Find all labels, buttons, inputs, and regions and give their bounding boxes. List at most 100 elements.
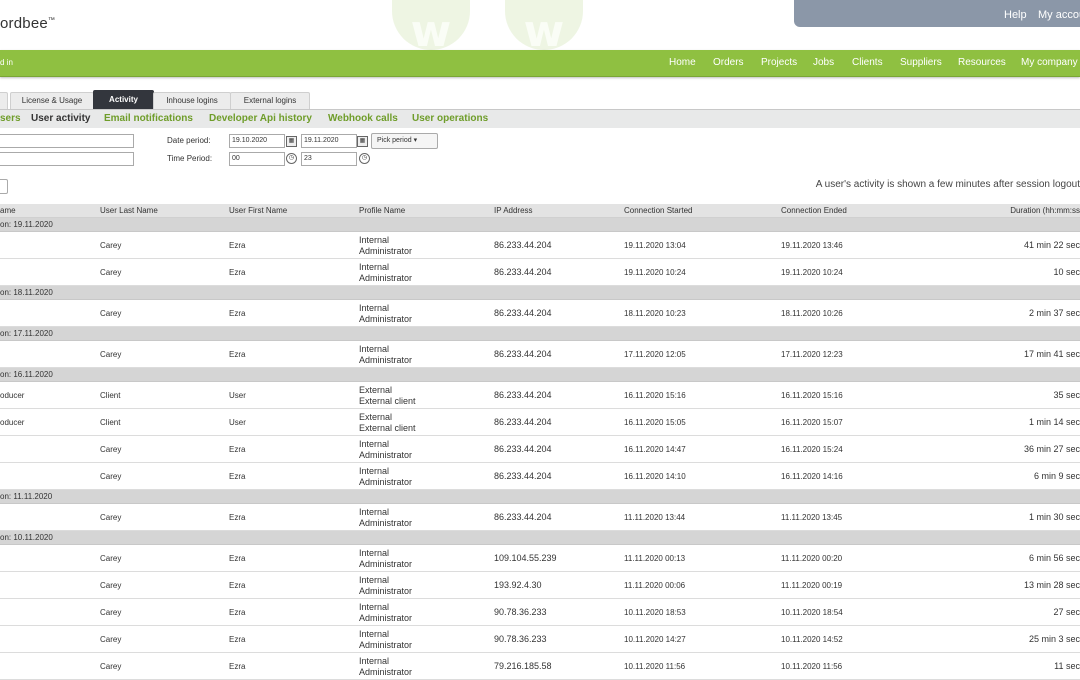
- cell-connection-ended: 16.11.2020 14:16: [781, 472, 843, 481]
- col-user-first-name[interactable]: User First Name: [229, 206, 287, 215]
- subtab-developer-api-history[interactable]: Developer Api history: [209, 113, 312, 124]
- table-row[interactable]: Carey Ezra Internal Administrator 86.233.44.…: [0, 300, 1080, 327]
- cell-duration: 25 min 3 sec: [1028, 634, 1080, 644]
- table-row[interactable]: Carey Ezra Internal Administrator 86.233.44.…: [0, 504, 1080, 531]
- date-from-input[interactable]: 19.10.2020: [229, 134, 285, 148]
- search-button[interactable]: [0, 179, 8, 194]
- subtab-user-activity[interactable]: User activity: [31, 113, 90, 124]
- table-row[interactable]: oducer Client User External External client 8…: [0, 382, 1080, 409]
- my-account-link[interactable]: My accou: [1038, 9, 1080, 21]
- col-connection-started[interactable]: Connection Started: [624, 206, 693, 215]
- col-profile-name[interactable]: Profile Name: [359, 206, 405, 215]
- col-duration[interactable]: Duration (hh:mm:ss: [1010, 206, 1080, 215]
- profile-name: Administrator: [359, 246, 413, 256]
- table-row[interactable]: Carey Ezra Internal Administrator 86.233.44.…: [0, 341, 1080, 368]
- cell-profile: Internal Administrator: [359, 303, 412, 325]
- nav-resources[interactable]: Resources: [958, 57, 1006, 68]
- nav-home[interactable]: Home: [669, 57, 696, 68]
- tab-inhouse-logins[interactable]: Inhouse logins: [153, 92, 231, 109]
- logo-trademark: ™: [47, 17, 56, 24]
- subtab-users[interactable]: sers: [0, 113, 21, 124]
- group-header-row: on: 18.11.2020: [0, 286, 1080, 300]
- tab-partial[interactable]: [0, 92, 8, 109]
- nav-my-company[interactable]: My company: [1021, 57, 1078, 68]
- cell-first-name: Ezra: [229, 581, 246, 590]
- filter-text-field-1[interactable]: [0, 134, 134, 148]
- table-row[interactable]: Carey Ezra Internal Administrator 86.233.44.…: [0, 232, 1080, 259]
- cell-last-name: Client: [100, 418, 121, 427]
- cell-connection-ended: 10.11.2020 18:54: [781, 608, 843, 617]
- cell-last-name: Carey: [100, 513, 122, 522]
- cell-profile: Internal Administrator: [359, 235, 412, 257]
- tab-activity[interactable]: Activity: [93, 90, 154, 109]
- table-row[interactable]: Carey Ezra Internal Administrator 86.233.44.…: [0, 259, 1080, 286]
- cell-connection-ended: 11.11.2020 00:19: [781, 581, 843, 590]
- cell-ip-address: 86.233.44.204: [494, 267, 552, 277]
- date-period-label: Date period:: [167, 136, 211, 145]
- nav-orders[interactable]: Orders: [713, 57, 744, 68]
- cell-profile: Internal Administrator: [359, 262, 412, 284]
- cell-profile: Internal Administrator: [359, 629, 412, 651]
- table-row[interactable]: Carey Ezra Internal Administrator 193.92.4.3…: [0, 572, 1080, 599]
- cell-last-name: Carey: [100, 662, 122, 671]
- cell-ip-address: 86.233.44.204: [494, 390, 552, 400]
- nav-projects[interactable]: Projects: [761, 57, 797, 68]
- cell-ip-address: 86.233.44.204: [494, 240, 552, 250]
- col-name[interactable]: ame: [0, 206, 16, 215]
- cell-first-name: Ezra: [229, 445, 246, 454]
- profile-name: Administrator: [359, 613, 413, 623]
- time-from-input[interactable]: 00: [229, 152, 285, 166]
- pick-period-label: Pick period: [377, 137, 412, 144]
- table-row[interactable]: Carey Ezra Internal Administrator 79.216.185…: [0, 653, 1080, 680]
- calendar-icon[interactable]: ▦: [286, 136, 297, 147]
- admin-tabbar: License & Usage Activity Inhouse logins …: [0, 90, 1080, 110]
- cell-last-name: Carey: [100, 581, 122, 590]
- profile-name: Administrator: [359, 586, 413, 596]
- chevron-down-icon: ▾: [413, 137, 418, 144]
- cell-duration: 1 min 14 sec: [1028, 417, 1080, 427]
- profile-type: Internal: [359, 575, 390, 585]
- subtab-user-operations[interactable]: User operations: [412, 113, 488, 124]
- nav-clients[interactable]: Clients: [852, 57, 883, 68]
- cell-first-name: Ezra: [229, 350, 246, 359]
- cell-connection-started: 11.11.2020 13:44: [624, 513, 686, 522]
- col-connection-ended[interactable]: Connection Ended: [781, 206, 847, 215]
- cell-last-name: Client: [100, 391, 121, 400]
- filter-text-field-2[interactable]: [0, 152, 134, 166]
- table-row[interactable]: Carey Ezra Internal Administrator 109.104.55…: [0, 545, 1080, 572]
- subtab-webhook-calls[interactable]: Webhook calls: [328, 113, 398, 124]
- subtab-email-notifications[interactable]: Email notifications: [104, 113, 193, 124]
- cell-connection-started: 17.11.2020 12:05: [624, 350, 686, 359]
- table-row[interactable]: Carey Ezra Internal Administrator 86.233.44.…: [0, 463, 1080, 490]
- table-row[interactable]: Carey Ezra Internal Administrator 86.233.44.…: [0, 436, 1080, 463]
- time-to-input[interactable]: 23: [301, 152, 357, 166]
- nav-suppliers[interactable]: Suppliers: [900, 57, 942, 68]
- table-header: ame User Last Name User First Name Profi…: [0, 204, 1080, 218]
- calendar-icon[interactable]: ▦: [357, 136, 368, 147]
- cell-first-name: Ezra: [229, 472, 246, 481]
- cell-first-name: Ezra: [229, 309, 246, 318]
- alarm-clock-icon[interactable]: ◷: [286, 153, 297, 164]
- cell-connection-ended: 18.11.2020 10:26: [781, 309, 843, 318]
- profile-name: External client: [359, 396, 416, 406]
- help-link[interactable]: Help: [1004, 9, 1027, 21]
- cell-ip-address: 86.233.44.204: [494, 349, 552, 359]
- cell-profile: External External client: [359, 385, 416, 407]
- pick-period-select[interactable]: Pick period ▾: [371, 133, 438, 149]
- cell-first-name: Ezra: [229, 241, 246, 250]
- table-row[interactable]: Carey Ezra Internal Administrator 90.78.36.2…: [0, 599, 1080, 626]
- table-row[interactable]: oducer Client User External External client 8…: [0, 409, 1080, 436]
- col-ip-address[interactable]: IP Address: [494, 206, 533, 215]
- tab-external-logins[interactable]: External logins: [230, 92, 310, 109]
- wordbee-logo[interactable]: ordbee™: [0, 15, 55, 32]
- nav-jobs[interactable]: Jobs: [813, 57, 834, 68]
- watermark-logo-icon: w: [505, 0, 583, 50]
- date-to-input[interactable]: 19.11.2020: [301, 134, 357, 148]
- time-period-label: Time Period:: [167, 154, 213, 163]
- cell-duration: 6 min 9 sec: [1033, 471, 1080, 481]
- alarm-clock-icon[interactable]: ◷: [359, 153, 370, 164]
- tab-license-usage[interactable]: License & Usage: [10, 92, 94, 109]
- col-user-last-name[interactable]: User Last Name: [100, 206, 158, 215]
- cell-duration: 13 min 28 sec: [1023, 580, 1080, 590]
- table-row[interactable]: Carey Ezra Internal Administrator 90.78.36.2…: [0, 626, 1080, 653]
